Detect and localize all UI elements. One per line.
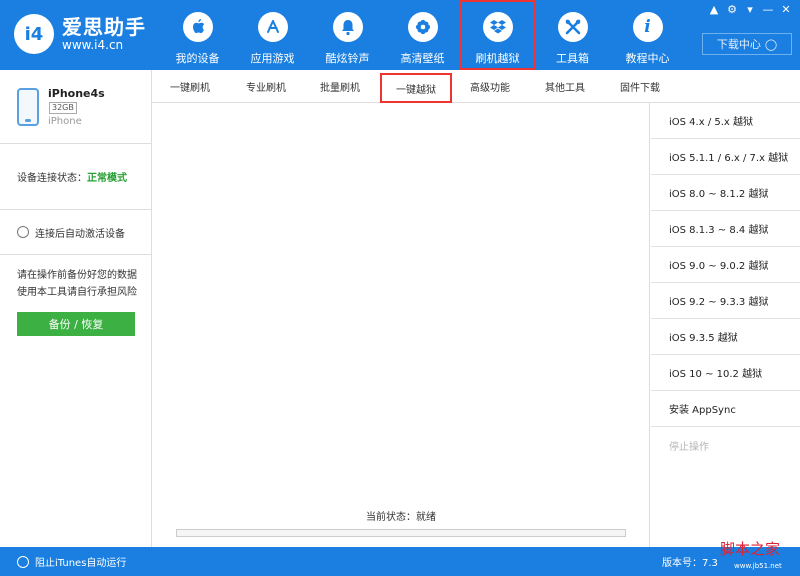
backup-note-line: 请在操作前备份好您的数据 [17, 270, 137, 281]
nav-tutorials[interactable]: i 教程中心 [610, 0, 685, 70]
nav-toolbox[interactable]: 工具箱 [535, 0, 610, 70]
option-ios-9-0[interactable]: iOS 9.0 ~ 9.0.2 越狱 [651, 247, 800, 283]
device-panel: iPhone4s 32GB iPhone 设备连接状态： 正常模式 连接后自动激… [0, 70, 152, 547]
watermark-url: www.jb51.net [734, 562, 782, 570]
current-status: 当前状态：就绪 [366, 512, 436, 523]
backup-note: 请在操作前备份好您的数据 使用本工具请自行承担风险 [0, 255, 151, 301]
tab-pro-flash[interactable]: 专业刷机 [236, 70, 296, 103]
nav-flash-jailbreak[interactable]: 刷机越狱 [460, 0, 535, 70]
shirt-icon[interactable]: ▲ [708, 3, 720, 16]
status-bar: 阻止iTunes自动运行 版本号：7.3 [0, 547, 800, 576]
tools-icon [557, 12, 588, 42]
stop-operation-button[interactable]: 停止操作 [651, 427, 800, 463]
device-capacity-badge: 32GB [49, 102, 77, 114]
option-ios-8-1-3[interactable]: iOS 8.1.3 ~ 8.4 越狱 [651, 211, 800, 247]
appstore-icon [257, 12, 288, 42]
dropbox-icon [482, 12, 513, 42]
nav-label: 酷炫铃声 [325, 52, 370, 65]
option-ios-9-2[interactable]: iOS 9.2 ~ 9.3.3 越狱 [651, 283, 800, 319]
progress-bar [176, 529, 626, 537]
device-card: iPhone4s 32GB iPhone [0, 70, 151, 144]
close-icon[interactable]: ✕ [780, 3, 792, 16]
tab-one-click-flash[interactable]: 一键刷机 [160, 70, 220, 103]
nav-wallpapers[interactable]: 高清壁纸 [385, 0, 460, 70]
version-label: 版本号：7.3 [662, 558, 718, 569]
option-ios-5-7[interactable]: iOS 5.1.1 / 6.x / 7.x 越狱 [651, 139, 800, 175]
info-icon: i [632, 12, 663, 42]
download-center-button[interactable]: 下载中心 ◯ [702, 33, 792, 55]
nav-label: 工具箱 [556, 52, 589, 65]
tab-batch-flash[interactable]: 批量刷机 [310, 70, 370, 103]
menu-icon[interactable]: ▾ [744, 3, 756, 16]
auto-activate-option[interactable]: 连接后自动激活设备 [0, 210, 151, 255]
backup-note-line: 使用本工具请自行承担风险 [17, 287, 137, 298]
auto-activate-label: 连接后自动激活设备 [35, 228, 125, 240]
connection-value: 正常模式 [87, 173, 127, 184]
itunes-toggle-radio[interactable] [17, 555, 29, 568]
auto-activate-radio[interactable] [17, 226, 29, 238]
download-center-label: 下载中心 [716, 38, 761, 51]
nav-label: 刷机越狱 [475, 52, 520, 65]
apple-icon [182, 12, 213, 42]
nav-label: 高清壁纸 [400, 52, 445, 65]
option-ios-10[interactable]: iOS 10 ~ 10.2 越狱 [651, 355, 800, 391]
nav-label: 应用游戏 [250, 52, 295, 65]
gear-icon[interactable]: ⚙ [726, 3, 738, 16]
backup-restore-button[interactable]: 备份 / 恢复 [17, 312, 135, 336]
app-logo: i4 爱思助手 www.i4.cn [14, 14, 146, 54]
nav-ringtones[interactable]: 酷炫铃声 [310, 0, 385, 70]
connection-label: 设备连接状态： [17, 173, 87, 184]
connection-status: 设备连接状态： 正常模式 [0, 144, 151, 210]
flower-icon [407, 12, 438, 42]
watermark: 脚本之家 [720, 540, 781, 558]
main-nav: 我的设备 应用游戏 酷炫铃声 高清壁纸 刷机越狱 工具箱 i 教程中心 [160, 0, 685, 70]
top-header: i4 爱思助手 www.i4.cn 我的设备 应用游戏 酷炫铃声 高清壁纸 刷机… [0, 0, 800, 70]
device-name: iPhone4s [48, 87, 105, 100]
itunes-toggle[interactable]: 阻止iTunes自动运行 [17, 547, 126, 576]
tab-advanced[interactable]: 高级功能 [460, 70, 520, 103]
nav-label: 教程中心 [625, 52, 670, 65]
nav-label: 我的设备 [175, 52, 220, 65]
option-install-appsync[interactable]: 安装 AppSync [651, 391, 800, 427]
tab-firmware-download[interactable]: 固件下载 [610, 70, 670, 103]
download-center-icon: ◯ [764, 37, 778, 51]
app-url: www.i4.cn [62, 38, 124, 52]
option-ios-9-3-5[interactable]: iOS 9.3.5 越狱 [651, 319, 800, 355]
option-ios-4-5[interactable]: iOS 4.x / 5.x 越狱 [651, 103, 800, 139]
minimize-icon[interactable]: — [762, 3, 774, 16]
logo-mark: i4 [14, 14, 54, 54]
window-controls: ▲ ⚙ ▾ — ✕ [708, 3, 792, 16]
app-title: 爱思助手 [62, 15, 146, 39]
device-model: iPhone [48, 116, 82, 127]
phone-icon [17, 88, 39, 126]
flash-tabs: 一键刷机 专业刷机 批量刷机 一键越狱 高级功能 其他工具 固件下载 [152, 70, 800, 103]
jailbreak-workspace: 当前状态：就绪 [152, 103, 650, 547]
nav-my-device[interactable]: 我的设备 [160, 0, 235, 70]
tab-one-click-jailbreak[interactable]: 一键越狱 [380, 73, 452, 103]
itunes-toggle-label: 阻止iTunes自动运行 [35, 558, 127, 569]
tab-other-tools[interactable]: 其他工具 [535, 70, 595, 103]
bell-icon [332, 12, 363, 42]
jailbreak-options: iOS 4.x / 5.x 越狱 iOS 5.1.1 / 6.x / 7.x 越… [651, 103, 800, 547]
option-ios-8-0[interactable]: iOS 8.0 ~ 8.1.2 越狱 [651, 175, 800, 211]
nav-apps[interactable]: 应用游戏 [235, 0, 310, 70]
